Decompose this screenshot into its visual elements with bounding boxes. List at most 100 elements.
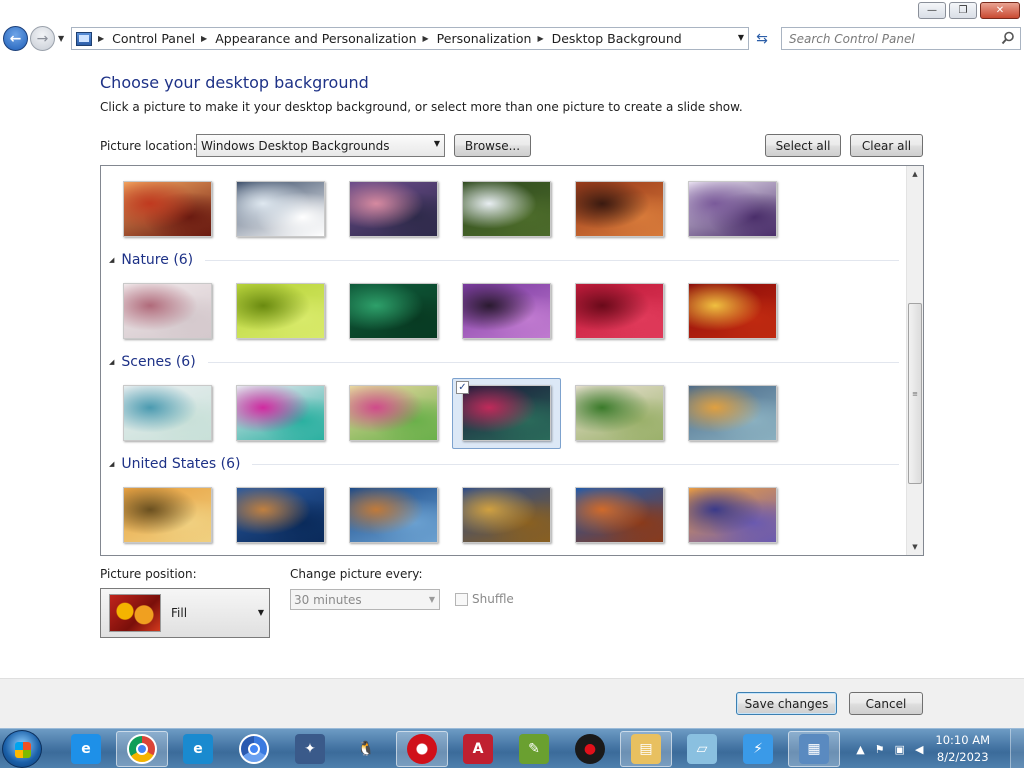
wallpaper-thumbnail-red-canyon[interactable] (123, 181, 212, 237)
taskbar-app-notepad-plus[interactable]: ✎ (508, 731, 560, 767)
lightning-app-icon: ⚡ (743, 734, 773, 764)
address-dropdown-icon[interactable]: ▼ (738, 33, 744, 42)
close-button[interactable]: ✕ (980, 2, 1020, 19)
select-all-button[interactable]: Select all (765, 134, 841, 157)
wallpaper-thumbnail-green-leaves[interactable] (349, 283, 438, 339)
collapse-triangle-icon[interactable]: ◢ (109, 460, 114, 468)
wallpaper-thumbnail-lighthouse[interactable] (236, 487, 325, 543)
wallpaper-thumbnail-succulent[interactable] (236, 283, 325, 339)
taskbar-app-record-app[interactable]: ● (564, 731, 616, 767)
action-center-icon[interactable]: ⚑ (875, 743, 885, 756)
wallpaper-thumbnail-hay-bale[interactable] (462, 487, 551, 543)
taskbar-app-file-explorer[interactable]: ▤ (620, 731, 672, 767)
forward-button[interactable]: → (30, 26, 55, 51)
gallery-group-header[interactable]: ◢ United States (6) (109, 456, 899, 472)
cancel-button[interactable]: Cancel (849, 692, 923, 715)
taskbar-app-opera[interactable] (396, 731, 448, 767)
wallpaper-thumbnail-meadow[interactable] (575, 385, 664, 441)
opera-icon (407, 734, 437, 764)
wallpaper-thumbnail-lupine-lake[interactable] (688, 487, 777, 543)
clear-all-button[interactable]: Clear all (850, 134, 923, 157)
chevron-right-icon[interactable]: ▶ (423, 34, 429, 43)
browse-button[interactable]: Browse... (454, 134, 531, 157)
group-divider (207, 361, 899, 363)
gallery-group-label: Nature (6) (121, 252, 194, 268)
recent-pages-dropdown[interactable]: ▼ (58, 34, 64, 43)
wallpaper-thumbnail-orbs[interactable] (349, 385, 438, 441)
wallpaper-thumbnail-dahlia[interactable] (575, 283, 664, 339)
taskbar-app-edge[interactable]: e (172, 731, 224, 767)
scroll-down-button[interactable]: ▼ (907, 539, 923, 555)
start-button[interactable] (2, 730, 42, 768)
wallpaper-thumbnail-blue-sketch[interactable] (123, 385, 212, 441)
change-picture-interval-value: 30 minutes (294, 592, 362, 607)
breadcrumb-appearance[interactable]: Appearance and Personalization (215, 31, 416, 46)
taskbar-app-notepad[interactable]: ▱ (676, 731, 728, 767)
shuffle-checkbox[interactable] (455, 592, 468, 606)
gallery-group-header[interactable]: ◢ Scenes (6) (109, 354, 899, 370)
vertical-scrollbar[interactable]: ▲ ≡ ▼ (906, 166, 923, 555)
wallpaper-thumbnail-delicate-arch[interactable] (575, 487, 664, 543)
wallpaper-thumbnail-abstract-shapes[interactable] (688, 385, 777, 441)
wallpaper-thumbnail-ice-lake[interactable] (236, 181, 325, 237)
wallpaper-thumbnail-stone-arch[interactable] (575, 181, 664, 237)
search-icon[interactable] (1001, 31, 1015, 45)
wallpaper-thumbnail-waterfall[interactable] (462, 181, 551, 237)
taskbar-app-chrome[interactable] (116, 731, 168, 767)
taskbar-app-lightning-app[interactable]: ⚡ (732, 731, 784, 767)
wallpaper-thumbnail-sea-rock[interactable] (349, 487, 438, 543)
gallery-group-header[interactable]: ◢ Nature (6) (109, 252, 899, 268)
address-bar[interactable]: ▶ Control Panel ▶ Appearance and Persona… (71, 27, 749, 50)
collapse-triangle-icon[interactable]: ◢ (109, 358, 114, 366)
picture-position-label: Picture position: (100, 567, 197, 581)
wallpaper-thumbnail-lavender-field[interactable] (688, 181, 777, 237)
taskbar-app-bug-tool[interactable]: ✦ (284, 731, 336, 767)
collapse-triangle-icon[interactable]: ◢ (109, 256, 114, 264)
chevron-right-icon[interactable]: ▶ (98, 34, 104, 43)
window-controls: — ❐ ✕ (918, 2, 1020, 19)
taskbar-app-chromium[interactable] (228, 731, 280, 767)
chevron-right-icon[interactable]: ▶ (201, 34, 207, 43)
scroll-thumb[interactable]: ≡ (908, 303, 922, 484)
scroll-up-button[interactable]: ▲ (907, 166, 923, 182)
breadcrumb-desktop-background[interactable]: Desktop Background (552, 31, 682, 46)
taskbar-app-archive-app[interactable]: A (452, 731, 504, 767)
window-titlebar: — ❐ ✕ (0, 0, 1024, 24)
breadcrumb-control-panel[interactable]: Control Panel (112, 31, 195, 46)
taskbar: ▲ ⚑ ▣ ◀ 10:10 AM 8/2/2023 e e ✦ 🐧 A ✎ ● ▤ ▱ ⚡ ▦ (0, 728, 1024, 768)
search-input[interactable] (789, 31, 989, 46)
picture-position-value: Fill (171, 606, 188, 620)
picture-location-dropdown[interactable]: Windows Desktop Backgrounds ▼ (196, 134, 445, 157)
picture-position-dropdown[interactable]: Fill ▼ (100, 588, 270, 638)
back-arrow-icon: ← (9, 30, 22, 47)
change-picture-interval-dropdown[interactable]: 30 minutes ▼ (290, 589, 440, 610)
volume-icon[interactable]: ◀ (915, 743, 923, 756)
save-changes-button[interactable]: Save changes (736, 692, 837, 715)
breadcrumb-personalization[interactable]: Personalization (437, 31, 532, 46)
minimize-button[interactable]: — (918, 2, 946, 19)
gallery-group-label: Scenes (6) (121, 354, 196, 370)
clock[interactable]: 10:10 AM 8/2/2023 (935, 732, 990, 766)
show-hidden-icons-icon[interactable]: ▲ (856, 743, 864, 756)
gallery-group-label: United States (6) (121, 456, 241, 472)
show-desktop-button[interactable] (1010, 729, 1024, 768)
thumbnail-checkbox[interactable]: ✓ (456, 381, 469, 394)
wallpaper-thumbnail-frost-needles[interactable] (123, 283, 212, 339)
chevron-right-icon[interactable]: ▶ (537, 34, 543, 43)
wallpaper-thumbnail-purple-coast[interactable] (349, 181, 438, 237)
wallpaper-thumbnail-autumn-leaves[interactable] (688, 283, 777, 339)
back-button[interactable]: ← (3, 26, 28, 51)
network-icon[interactable]: ▣ (895, 743, 905, 756)
wallpaper-thumbnail-thistle[interactable] (462, 283, 551, 339)
wallpaper-thumbnail-colorful-flora[interactable] (236, 385, 325, 441)
refresh-icon[interactable]: ⇆ (752, 29, 772, 49)
shuffle-label: Shuffle (472, 592, 514, 606)
picture-gallery[interactable]: ▲ ≡ ▼ ◢ Nature (6) ◢ Scenes (6) ✓ ◢ United Sta… (100, 165, 924, 556)
taskbar-app-penguin[interactable]: 🐧 (340, 731, 392, 767)
taskbar-app-internet-explorer[interactable]: e (60, 731, 112, 767)
wallpaper-thumbnail-night-bokeh[interactable] (462, 385, 551, 441)
maximize-button[interactable]: ❐ (949, 2, 977, 19)
shuffle-option[interactable]: Shuffle (455, 592, 514, 606)
wallpaper-thumbnail-prairie-sunset[interactable] (123, 487, 212, 543)
taskbar-app-control-panel[interactable]: ▦ (788, 731, 840, 767)
